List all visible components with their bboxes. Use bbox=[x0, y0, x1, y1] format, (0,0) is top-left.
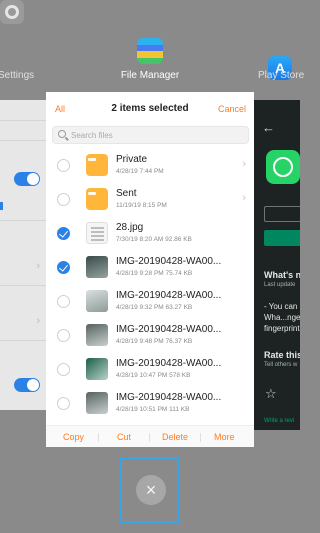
chevron-right-icon: › bbox=[36, 260, 40, 272]
copy-button[interactable]: Copy bbox=[63, 432, 84, 442]
delete-button[interactable]: Delete bbox=[162, 432, 188, 442]
search-input[interactable] bbox=[71, 129, 241, 141]
close-button[interactable]: × bbox=[136, 475, 166, 505]
write-review-link[interactable]: Write a revi bbox=[264, 418, 294, 424]
file-thumbnail bbox=[86, 358, 108, 380]
checkbox-unchecked[interactable] bbox=[57, 159, 70, 172]
checkbox-unchecked[interactable] bbox=[57, 397, 70, 410]
file-name: IMG-20190428-WA00... bbox=[116, 324, 222, 335]
divider bbox=[149, 433, 150, 442]
rate-subtext: Tell others w bbox=[264, 362, 298, 368]
search-icon bbox=[58, 130, 66, 138]
file-name: IMG-20190428-WA00... bbox=[116, 290, 222, 301]
chevron-right-icon: › bbox=[36, 315, 40, 327]
toggle-switch[interactable] bbox=[14, 378, 40, 392]
file-list-item[interactable]: IMG-20190428-WA00... 4/28/19 9:28 PM 75.7… bbox=[46, 252, 254, 284]
file-name: IMG-20190428-WA00... bbox=[116, 256, 222, 267]
chevron-right-icon: › bbox=[242, 158, 246, 170]
divider bbox=[98, 433, 99, 442]
changelog-line: - You can n bbox=[264, 302, 300, 311]
file-manager-card[interactable]: All 2 items selected Cancel Private 4/28/… bbox=[46, 92, 254, 447]
file-manager-icon[interactable] bbox=[137, 38, 163, 64]
file-meta: 4/28/19 9:28 PM 75.74 KB bbox=[116, 270, 193, 277]
file-list-item[interactable]: IMG-20190428-WA00... 4/28/19 10:47 PM 578… bbox=[46, 354, 254, 386]
file-meta: 4/28/19 9:48 PM 76.37 KB bbox=[116, 338, 193, 345]
file-list-item[interactable]: IMG-20190428-WA00... 4/28/19 9:48 PM 76.3… bbox=[46, 320, 254, 352]
file-thumbnail bbox=[86, 290, 108, 312]
checkbox-unchecked[interactable] bbox=[57, 329, 70, 342]
file-list-item[interactable]: Sent 11/19/19 8:15 PM › bbox=[46, 184, 254, 216]
play-store-app-label: Play Store bbox=[258, 70, 305, 81]
file-name: Sent bbox=[116, 188, 137, 199]
folder-icon bbox=[86, 188, 108, 210]
close-button-focus-frame: × bbox=[120, 457, 179, 523]
cancel-button[interactable]: Cancel bbox=[218, 104, 246, 114]
file-meta: 4/28/19 9:32 PM 63.27 KB bbox=[116, 304, 193, 311]
file-list-item[interactable]: 28.jpg 7/30/19 8:20 AM 92.86 KB bbox=[46, 218, 254, 250]
divider bbox=[0, 220, 46, 221]
text-field[interactable] bbox=[264, 206, 300, 222]
checkbox-checked[interactable] bbox=[57, 227, 70, 240]
divider bbox=[0, 285, 46, 286]
file-thumbnail bbox=[86, 222, 108, 244]
cut-button[interactable]: Cut bbox=[117, 432, 131, 442]
rate-this-heading: Rate this bbox=[264, 350, 300, 360]
search-bar[interactable] bbox=[52, 126, 249, 144]
divider bbox=[0, 120, 46, 121]
file-meta: 4/28/19 10:51 PM 111 KB bbox=[116, 406, 190, 413]
file-list-item[interactable]: IMG-20190428-WA00... 4/28/19 10:51 PM 111… bbox=[46, 388, 254, 420]
changelog-line: fingerprint. bbox=[264, 324, 300, 333]
close-icon: × bbox=[145, 480, 157, 500]
file-meta: 4/28/19 10:47 PM 578 KB bbox=[116, 372, 191, 379]
file-list-item[interactable]: IMG-20190428-WA00... 4/28/19 9:32 PM 63.2… bbox=[46, 286, 254, 318]
changelog-line: Wha...ngerp bbox=[264, 313, 300, 322]
checkbox-unchecked[interactable] bbox=[57, 295, 70, 308]
file-thumbnail bbox=[86, 256, 108, 278]
whats-new-heading: What's n bbox=[264, 270, 300, 280]
file-meta: 4/28/19 7:44 PM bbox=[116, 168, 164, 175]
settings-gear-icon[interactable] bbox=[0, 0, 24, 24]
more-button[interactable]: More bbox=[214, 432, 235, 442]
last-updated-text: Last update bbox=[264, 282, 296, 288]
app-bar bbox=[254, 100, 300, 142]
star-icon[interactable]: ☆ bbox=[265, 386, 277, 402]
chevron-right-icon: › bbox=[242, 192, 246, 204]
file-meta: 7/30/19 8:20 AM 92.86 KB bbox=[116, 236, 192, 243]
file-name: IMG-20190428-WA00... bbox=[116, 392, 222, 403]
checkbox-checked[interactable] bbox=[57, 261, 70, 274]
toggle-switch[interactable] bbox=[14, 172, 40, 186]
file-meta: 11/19/19 8:15 PM bbox=[116, 202, 167, 209]
divider bbox=[0, 140, 46, 141]
folder-icon bbox=[86, 154, 108, 176]
file-name: IMG-20190428-WA00... bbox=[116, 358, 222, 369]
file-thumbnail bbox=[86, 392, 108, 414]
action-bar: Copy Cut Delete More bbox=[46, 425, 254, 447]
selection-indicator bbox=[0, 202, 3, 210]
divider bbox=[200, 433, 201, 442]
file-list-item[interactable]: Private 4/28/19 7:44 PM › bbox=[46, 150, 254, 182]
divider bbox=[0, 340, 46, 341]
checkbox-unchecked[interactable] bbox=[57, 193, 70, 206]
play-store-app-card[interactable]: ← What's n Last update - You can n Wha..… bbox=[254, 100, 300, 430]
file-name: 28.jpg bbox=[116, 222, 144, 233]
back-arrow-icon[interactable]: ← bbox=[262, 120, 275, 135]
file-thumbnail bbox=[86, 324, 108, 346]
selection-header: All 2 items selected Cancel bbox=[46, 92, 254, 122]
checkbox-unchecked[interactable] bbox=[57, 363, 70, 376]
whatsapp-logo-icon bbox=[266, 150, 300, 184]
file-name: Private bbox=[116, 154, 148, 165]
settings-app-card[interactable]: › › bbox=[0, 100, 46, 410]
install-button[interactable] bbox=[264, 230, 300, 246]
file-manager-app-label: File Manager bbox=[120, 70, 180, 81]
